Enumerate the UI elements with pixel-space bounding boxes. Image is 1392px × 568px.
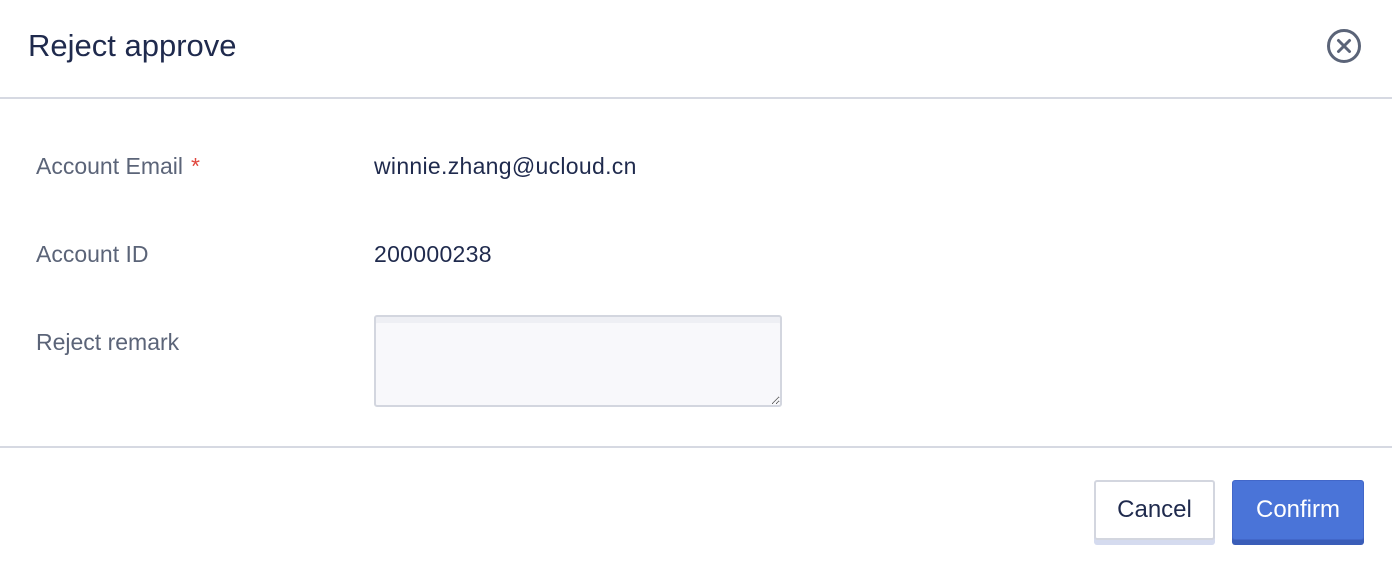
dialog-footer: Cancel Confirm — [0, 448, 1392, 568]
close-circle-icon — [1327, 29, 1361, 63]
reject-remark-label: Reject remark — [36, 329, 180, 355]
reject-approve-dialog: Reject approve Account Email * winnie.zha… — [0, 0, 1392, 568]
account-id-value: 200000238 — [374, 241, 492, 267]
account-email-value: winnie.zhang@ucloud.cn — [374, 153, 637, 179]
dialog-header: Reject approve — [0, 0, 1392, 99]
account-email-label: Account Email — [36, 153, 184, 179]
reject-remark-textarea[interactable] — [374, 315, 782, 407]
account-email-label-wrap: Account Email * — [36, 151, 200, 181]
dialog-title: Reject approve — [28, 28, 237, 63]
required-mark: * — [191, 153, 200, 179]
confirm-button[interactable]: Confirm — [1232, 480, 1364, 540]
cancel-button[interactable]: Cancel — [1094, 480, 1215, 540]
account-id-label: Account ID — [36, 241, 149, 267]
dialog-body: Account Email * winnie.zhang@ucloud.cn Ac… — [0, 99, 1392, 448]
close-button[interactable] — [1325, 27, 1363, 65]
